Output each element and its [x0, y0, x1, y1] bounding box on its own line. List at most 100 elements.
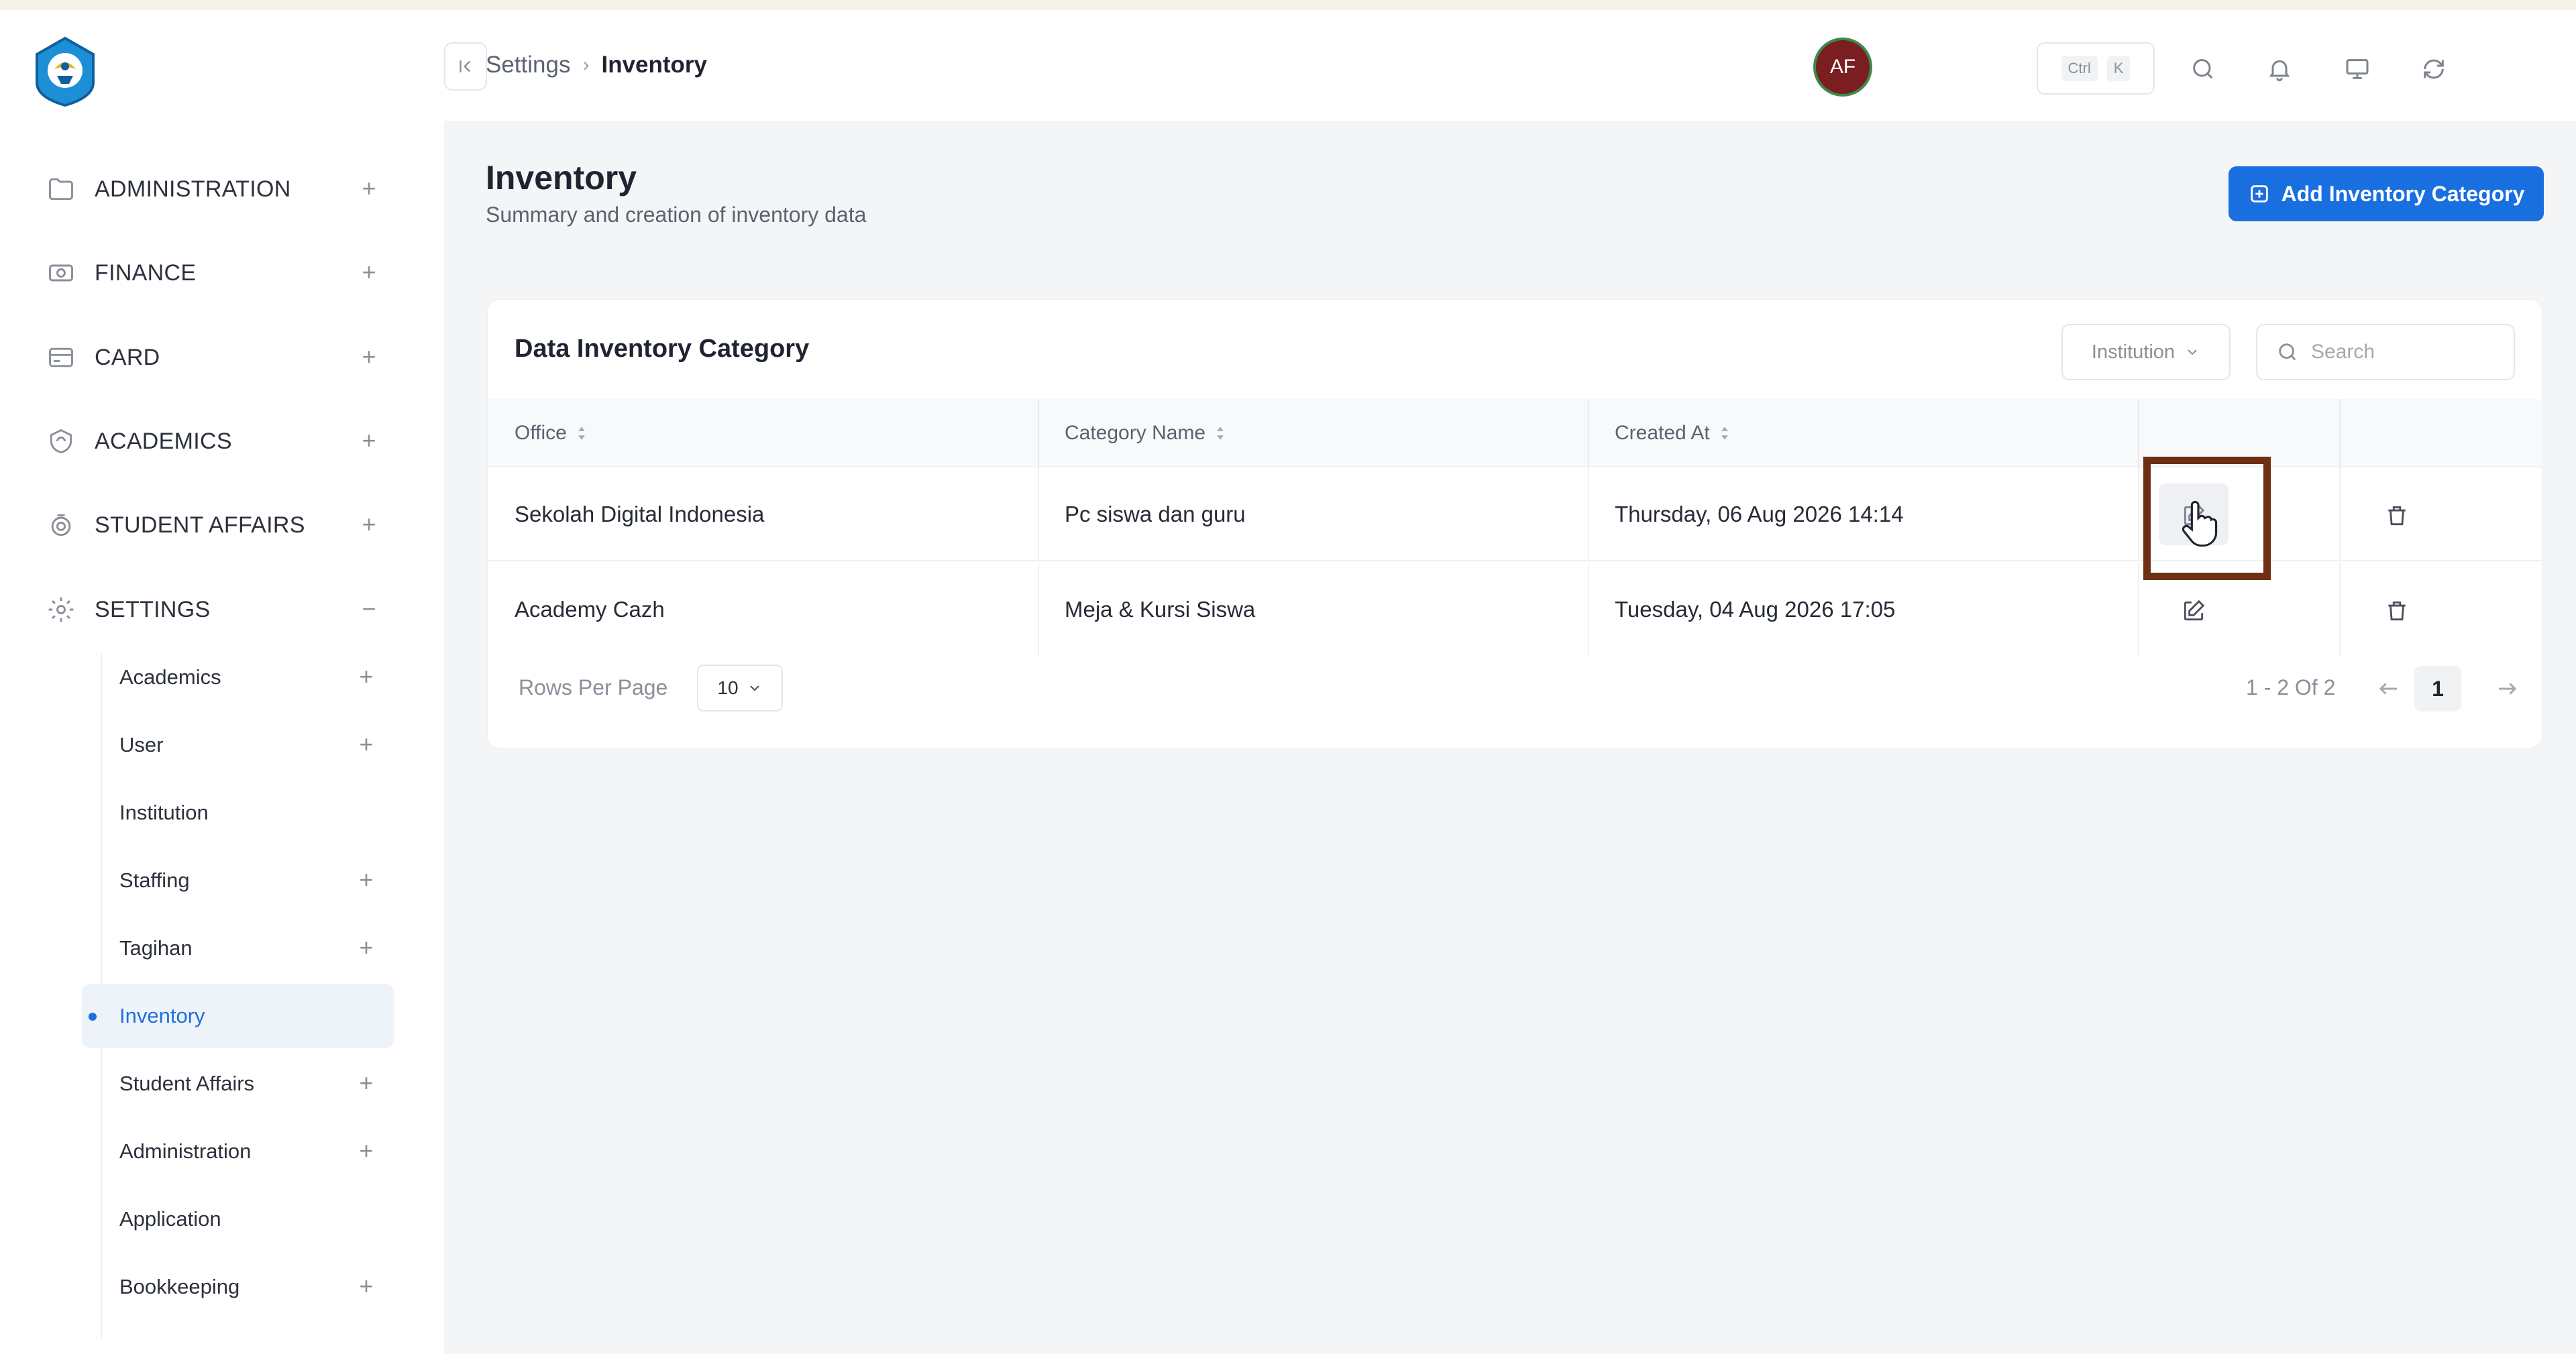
settings-item-inventory[interactable]: Inventory	[82, 984, 394, 1048]
institution-filter-select[interactable]: Institution	[2061, 324, 2231, 380]
expand-icon[interactable]: +	[353, 730, 380, 758]
search-field[interactable]	[2256, 324, 2515, 380]
search-icon[interactable]	[2184, 50, 2222, 88]
settings-item-bookkeeping[interactable]: Bookkeeping +	[82, 1255, 394, 1319]
column-divider	[1588, 563, 1589, 657]
collapse-left-icon	[460, 60, 471, 72]
refresh-icon[interactable]	[2415, 50, 2453, 88]
rows-per-page-value: 10	[717, 677, 739, 698]
inventory-category-card: Data Inventory Category Institution Offi…	[487, 299, 2543, 748]
expand-icon[interactable]: +	[356, 427, 382, 455]
folder-icon	[42, 170, 80, 208]
edit-icon[interactable]	[2175, 592, 2212, 630]
add-button-label: Add Inventory Category	[2281, 181, 2525, 206]
expand-icon[interactable]: +	[353, 1069, 380, 1097]
sidebar-item-label: SETTINGS	[95, 596, 211, 622]
column-divider	[2138, 563, 2139, 657]
expand-icon[interactable]: +	[353, 934, 380, 962]
expand-icon[interactable]: +	[356, 510, 382, 539]
cell-category: Meja & Kursi Siswa	[1065, 597, 1256, 622]
academics-icon	[42, 422, 80, 460]
user-avatar[interactable]: AF	[1813, 38, 1872, 97]
delete-icon[interactable]	[2378, 497, 2416, 534]
collapse-sidebar-button[interactable]	[444, 42, 487, 91]
sub-item-label: Student Affairs	[119, 1072, 255, 1095]
sub-item-label: Institution	[119, 801, 209, 824]
sidebar-item-student-affairs[interactable]: STUDENT AFFAIRS +	[37, 498, 396, 552]
search-input[interactable]	[2311, 341, 2499, 363]
expand-icon[interactable]: +	[356, 343, 382, 371]
expand-icon[interactable]: +	[353, 1137, 380, 1165]
monitor-icon[interactable]	[2339, 50, 2376, 88]
column-divider	[2339, 563, 2341, 657]
sidebar-item-label: ADMINISTRATION	[95, 176, 291, 202]
settings-item-institution[interactable]: Institution	[82, 781, 394, 845]
plus-square-icon	[2250, 185, 2268, 203]
expand-icon[interactable]: +	[353, 663, 380, 691]
add-inventory-category-button[interactable]: Add Inventory Category	[2229, 166, 2544, 221]
sidebar-item-label: ACADEMICS	[95, 428, 232, 454]
expand-icon[interactable]: +	[356, 258, 382, 286]
settings-item-tagihan[interactable]: Tagihan +	[82, 916, 394, 980]
sidebar-item-card[interactable]: CARD +	[37, 331, 396, 384]
page-number-button[interactable]: 1	[2414, 666, 2461, 712]
prev-page-arrow-icon[interactable]	[2370, 670, 2408, 708]
settings-item-user[interactable]: User +	[82, 713, 394, 777]
sort-icon	[1719, 425, 1730, 442]
search-icon	[2279, 343, 2296, 361]
column-divider	[1588, 399, 1589, 467]
page-subtitle: Summary and creation of inventory data	[486, 203, 867, 227]
column-header-created-at[interactable]: Created At	[1615, 399, 1730, 467]
sidebar-item-academics[interactable]: ACADEMICS +	[37, 414, 396, 468]
sort-icon	[1215, 425, 1226, 442]
column-divider	[1038, 467, 1039, 561]
active-dot	[89, 1013, 97, 1021]
column-label: Created At	[1615, 422, 1710, 444]
column-divider	[2138, 399, 2139, 467]
column-divider	[2339, 467, 2341, 561]
settings-item-administration[interactable]: Administration +	[82, 1119, 394, 1184]
table-header: Office Category Name Created At	[488, 399, 2543, 467]
sidebar-item-label: CARD	[95, 344, 160, 370]
edit-icon[interactable]	[2175, 497, 2212, 534]
sidebar-item-administration[interactable]: ADMINISTRATION +	[37, 162, 396, 216]
cell-office: Academy Cazh	[515, 597, 665, 622]
column-header-category-name[interactable]: Category Name	[1065, 399, 1226, 467]
expand-icon[interactable]: +	[353, 1272, 380, 1300]
settings-item-student-affairs[interactable]: Student Affairs +	[82, 1052, 394, 1116]
main-content: Inventory Summary and creation of invent…	[444, 121, 2576, 1354]
settings-item-staffing[interactable]: Staffing +	[82, 848, 394, 913]
column-label: Category Name	[1065, 422, 1206, 444]
rows-per-page-label: Rows Per Page	[519, 675, 668, 699]
sidebar-item-settings[interactable]: SETTINGS −	[37, 583, 396, 636]
collapse-icon[interactable]: −	[356, 595, 382, 623]
column-header-office[interactable]: Office	[515, 399, 587, 467]
column-divider	[1038, 563, 1039, 657]
bell-icon[interactable]	[2261, 50, 2298, 88]
delete-icon[interactable]	[2378, 592, 2416, 630]
cell-office: Sekolah Digital Indonesia	[515, 502, 765, 526]
filter-label: Institution	[2091, 341, 2176, 363]
top-header: Settings › Inventory Ctrl K AF	[444, 10, 2576, 121]
sub-item-label: Application	[119, 1207, 221, 1231]
sub-item-label: Bookkeeping	[119, 1275, 240, 1298]
school-logo[interactable]	[32, 36, 99, 108]
expand-icon[interactable]: +	[356, 174, 382, 203]
sidebar-item-finance[interactable]: FINANCE +	[37, 246, 396, 300]
kbd-ctrl: Ctrl	[2061, 56, 2098, 81]
next-page-arrow-icon[interactable]	[2488, 670, 2526, 708]
top-strip	[0, 0, 2576, 10]
settings-item-academics[interactable]: Academics +	[82, 645, 394, 710]
breadcrumb-current: Inventory	[601, 52, 708, 78]
sidebar-item-label: FINANCE	[95, 260, 197, 286]
column-divider	[2339, 399, 2341, 467]
column-divider	[1588, 467, 1589, 561]
settings-item-application[interactable]: Application	[82, 1187, 394, 1251]
expand-icon[interactable]: +	[353, 866, 380, 894]
breadcrumb-separator: ›	[582, 54, 590, 76]
rows-per-page-select[interactable]: 10	[697, 665, 783, 712]
command-palette-shortcut[interactable]: Ctrl K	[2037, 42, 2155, 95]
sub-item-label: Staffing	[119, 868, 190, 892]
breadcrumb-settings[interactable]: Settings	[486, 52, 570, 78]
money-icon	[42, 254, 80, 292]
